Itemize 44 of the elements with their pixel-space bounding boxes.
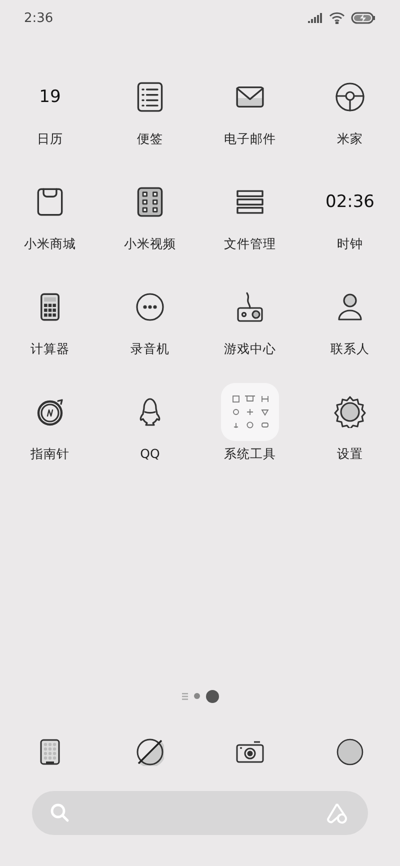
- app-shortcut[interactable]: 系统工具: [200, 383, 300, 463]
- notepad-icon: [137, 82, 163, 112]
- app-shortcut[interactable]: 小米视频: [100, 180, 200, 254]
- battery-charging-icon: [351, 12, 376, 24]
- person-icon: [338, 293, 362, 321]
- folder-icon: [221, 383, 279, 441]
- app-shortcut[interactable]: 米家: [300, 75, 400, 149]
- app-shortcut[interactable]: 便签: [100, 75, 200, 149]
- app-shortcut[interactable]: QQ: [100, 390, 200, 464]
- app-shortcut[interactable]: 计算器: [0, 285, 100, 359]
- page-dot[interactable]: [194, 693, 200, 699]
- assistant-icon: [326, 802, 350, 824]
- app-shortcut[interactable]: 文件管理: [200, 180, 300, 254]
- status-time: 2:36: [24, 10, 54, 26]
- penguin-icon: [138, 397, 162, 427]
- camera-icon: [236, 740, 264, 764]
- stack-icon: [236, 190, 264, 214]
- slashed-circle-icon: [136, 738, 164, 766]
- app-shortcut[interactable]: 设置: [300, 390, 400, 464]
- wifi-icon: [329, 12, 345, 24]
- icon-text: 19: [39, 87, 61, 107]
- app-shortcut[interactable]: 电子邮件: [200, 75, 300, 149]
- app-shortcut[interactable]: 02:36 时钟: [300, 180, 400, 254]
- radio-icon: [236, 292, 264, 322]
- bag-icon: [37, 188, 63, 216]
- envelope-icon: [236, 86, 264, 108]
- search-icon: [50, 803, 70, 823]
- app-shortcut[interactable]: 录音机: [100, 285, 200, 359]
- dots-circle-icon: [136, 293, 164, 321]
- app-shortcut[interactable]: 小米商城: [0, 180, 100, 254]
- app-shortcut[interactable]: 19 日历: [0, 75, 100, 149]
- app-shortcut[interactable]: 游戏中心: [200, 285, 300, 359]
- page-dot[interactable]: [206, 690, 218, 702]
- app-shortcut[interactable]: 指南针: [0, 390, 100, 464]
- bubble-icon: [336, 738, 364, 766]
- steering-wheel-icon: [335, 82, 365, 112]
- signal-icon: [308, 13, 323, 23]
- calculator-icon: [40, 293, 60, 321]
- icon-text: 02:36: [326, 192, 374, 212]
- gear-icon: [334, 396, 366, 428]
- keypad-icon: [40, 739, 60, 765]
- film-icon: [137, 187, 163, 217]
- compass-icon: [36, 398, 64, 426]
- app-shortcut[interactable]: 联系人: [300, 285, 400, 359]
